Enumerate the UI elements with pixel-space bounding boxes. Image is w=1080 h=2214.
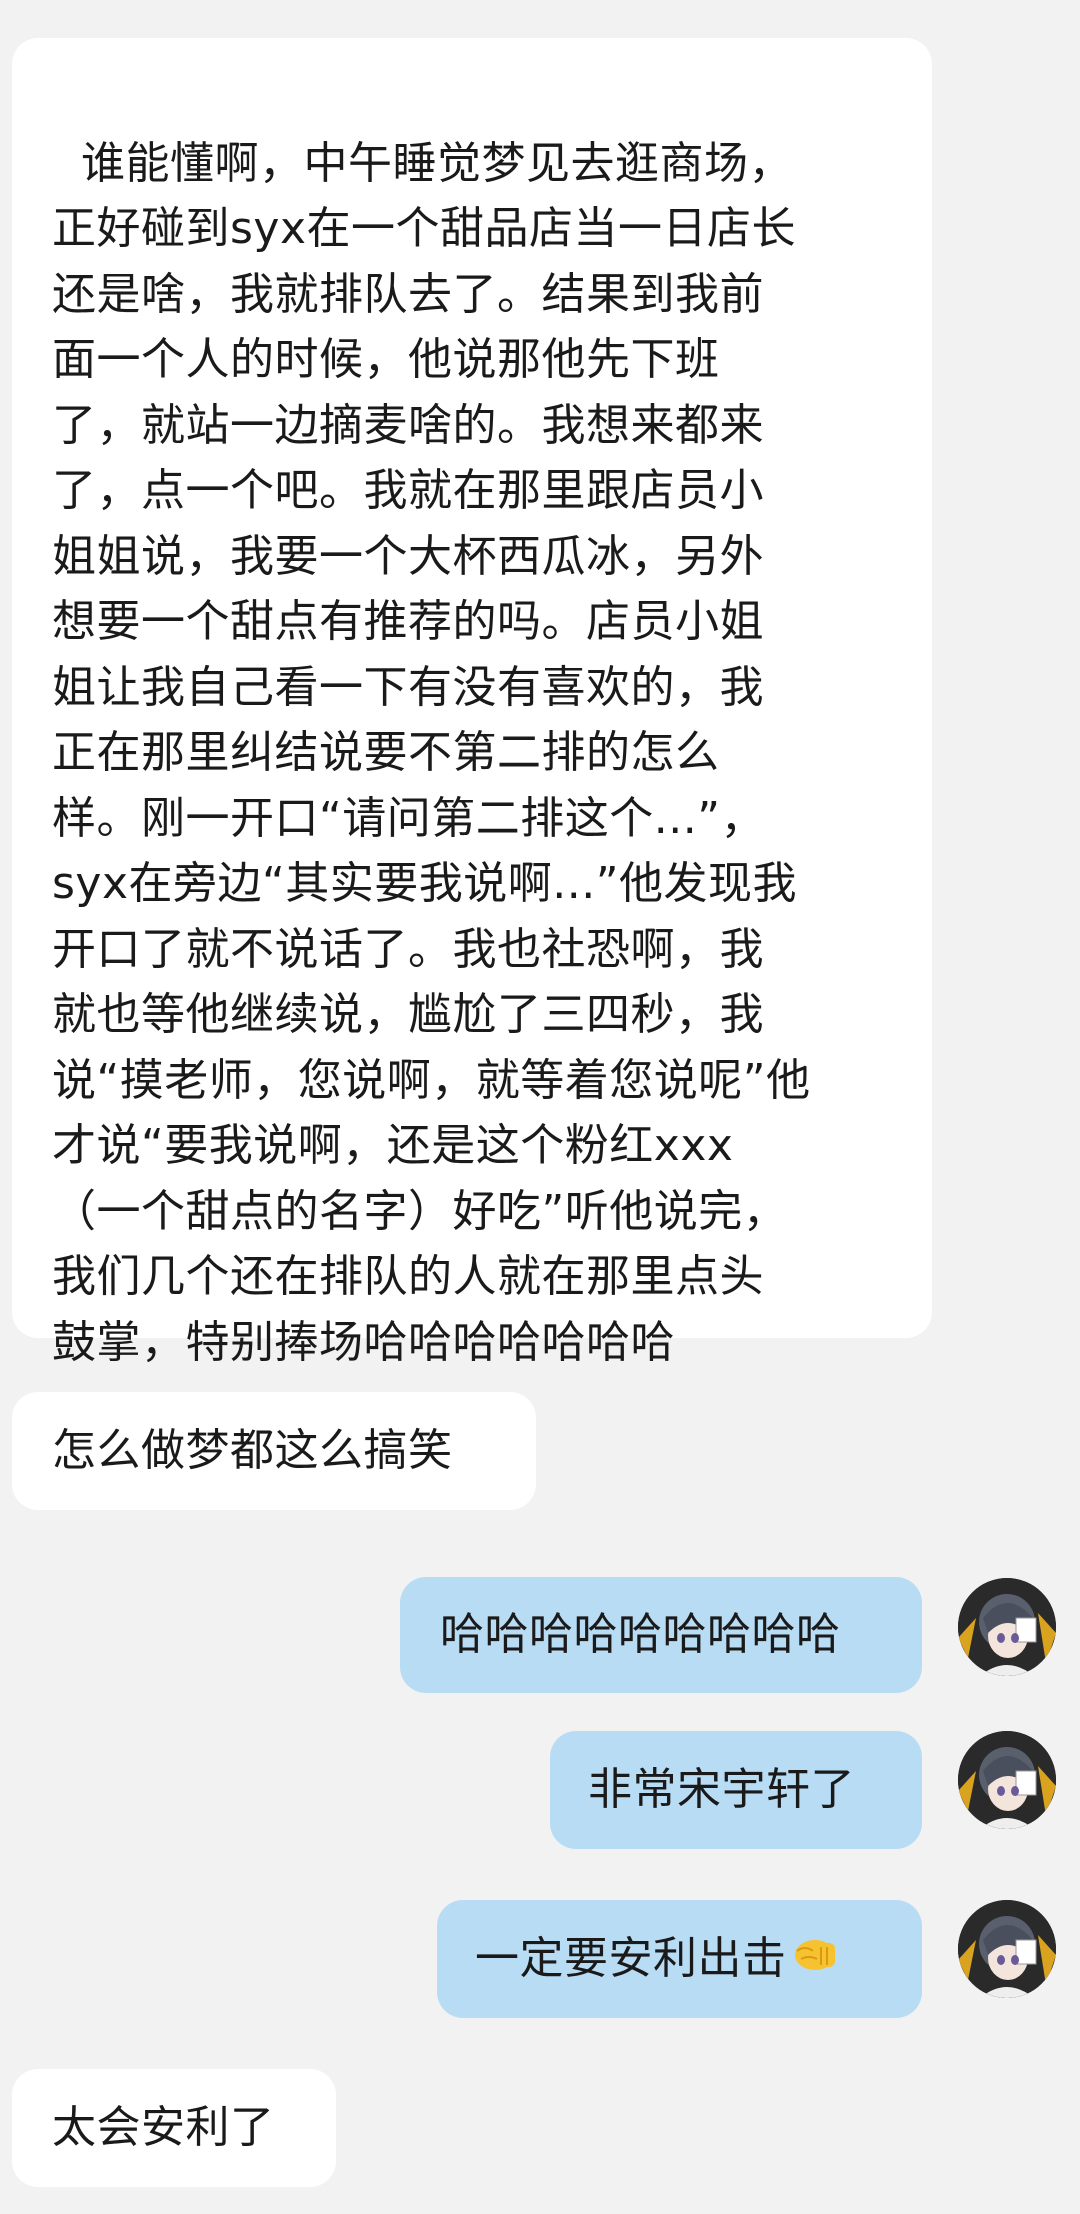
user-avatar[interactable]: [958, 1900, 1056, 1998]
anime-character-avatar-icon: [958, 1578, 1056, 1676]
message-bubble-incoming[interactable]: 谁能懂啊，中午睡觉梦见去逛商场， 正好碰到syx在一个甜品店当一日店长 还是啥，…: [12, 38, 932, 1368]
message-bubble-outgoing[interactable]: 哈哈哈哈哈哈哈哈哈: [400, 1577, 922, 1693]
right-facing-fist-icon: [791, 1926, 839, 1992]
message-text: 太会安利了: [52, 2102, 275, 2154]
message-bubble-incoming[interactable]: 太会安利了: [12, 2069, 336, 2187]
anime-character-avatar-icon: [958, 1731, 1056, 1829]
message-text: 怎么做梦都这么搞笑: [52, 1425, 453, 1477]
user-avatar[interactable]: [958, 1731, 1056, 1829]
anime-character-avatar-icon: [958, 1900, 1056, 1998]
message-text: 一定要安利出击: [475, 1933, 787, 1985]
message-bubble-outgoing[interactable]: 一定要安利出击: [437, 1900, 922, 2018]
message-text: 哈哈哈哈哈哈哈哈哈: [440, 1609, 841, 1661]
message-bubble-outgoing[interactable]: 非常宋宇轩了: [550, 1731, 922, 1849]
message-text: 谁能懂啊，中午睡觉梦见去逛商场， 正好碰到syx在一个甜品店当一日店长 还是啥，…: [52, 137, 811, 1368]
message-bubble-incoming[interactable]: 怎么做梦都这么搞笑: [12, 1392, 536, 1510]
message-text: 非常宋宇轩了: [588, 1764, 855, 1816]
user-avatar[interactable]: [958, 1578, 1056, 1676]
